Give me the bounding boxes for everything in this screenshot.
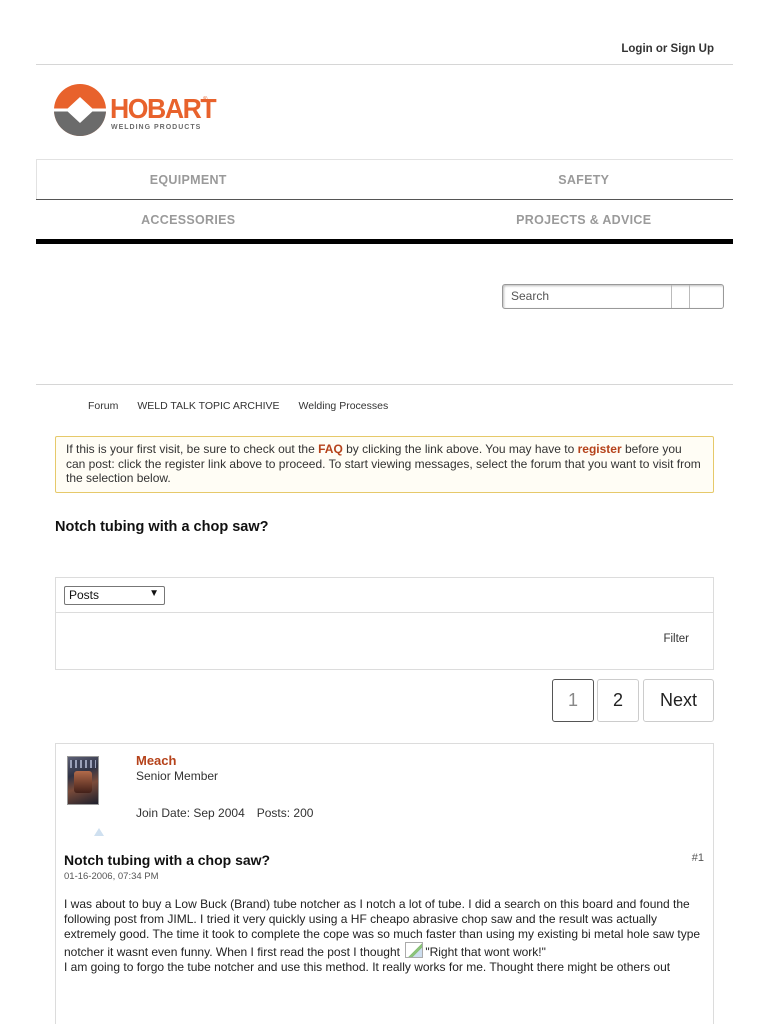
header-divider bbox=[36, 64, 733, 65]
avatar[interactable] bbox=[67, 756, 99, 805]
author-rank: Senior Member bbox=[136, 769, 219, 783]
page-title: Notch tubing with a chop saw? bbox=[55, 519, 269, 535]
chevron-down-icon: ▼ bbox=[149, 588, 159, 599]
main-nav-row-2: ACCESSORIES PROJECTS & ADVICE bbox=[36, 200, 733, 244]
nav-item-projects-advice[interactable]: PROJECTS & ADVICE bbox=[410, 200, 759, 239]
nav-item-accessories[interactable]: ACCESSORIES bbox=[14, 200, 363, 239]
posts-select-value: Posts bbox=[69, 588, 100, 602]
post-body-text-1: I was about to buy a Low Buck (Brand) tu… bbox=[64, 897, 701, 959]
breadcrumb-forum[interactable]: Forum bbox=[88, 400, 118, 412]
join-date: Join Date: Sep 2004 bbox=[136, 806, 245, 820]
avatar-figure bbox=[74, 771, 92, 793]
filter-button[interactable]: Filter bbox=[663, 633, 689, 645]
faq-link[interactable]: FAQ bbox=[318, 442, 343, 456]
post-body-text-2: I am going to forgo the tube notcher and… bbox=[64, 960, 671, 974]
content-divider bbox=[36, 384, 733, 385]
nav-item-equipment[interactable]: EQUIPMENT bbox=[14, 160, 363, 199]
breadcrumb-weld-talk-archive[interactable]: WELD TALK TOPIC ARCHIVE bbox=[137, 400, 279, 412]
login-signup-link[interactable]: Login or Sign Up bbox=[621, 43, 714, 55]
post-number-link[interactable]: #1 bbox=[692, 852, 704, 864]
notice-text-1: If this is your first visit, be sure to … bbox=[66, 442, 319, 456]
triangle-up-icon bbox=[94, 828, 104, 836]
avatar-detail bbox=[70, 760, 96, 768]
post-title: Notch tubing with a chop saw? bbox=[64, 852, 271, 868]
register-link[interactable]: register bbox=[578, 442, 622, 456]
filter-panel: Posts ▼ Filter bbox=[55, 577, 714, 670]
posts-select[interactable]: Posts ▼ bbox=[64, 586, 165, 605]
search-button[interactable] bbox=[689, 285, 690, 308]
search-input[interactable] bbox=[511, 289, 671, 303]
breadcrumb: Forum WELD TALK TOPIC ARCHIVE Welding Pr… bbox=[88, 400, 388, 412]
next-page-button[interactable]: Next bbox=[643, 679, 714, 722]
breadcrumb-welding-processes[interactable]: Welding Processes bbox=[299, 400, 389, 412]
main-nav-row-1: EQUIPMENT SAFETY bbox=[36, 159, 733, 200]
page-1-button[interactable]: 1 bbox=[552, 679, 594, 722]
first-visit-notice: If this is your first visit, be sure to … bbox=[55, 436, 714, 493]
notice-text-2: by clicking the link above. You may have… bbox=[342, 442, 578, 456]
logo-wordmark: HOBART bbox=[110, 93, 217, 124]
logo-tagline: WELDING PRODUCTS bbox=[111, 124, 202, 131]
author-stats: Join Date: Sep 2004 Posts: 200 bbox=[136, 806, 313, 820]
post-body-quote: "Right that wont work!" bbox=[425, 945, 546, 959]
broken-image-icon bbox=[405, 942, 424, 958]
nav-item-safety[interactable]: SAFETY bbox=[410, 160, 759, 199]
post-body: I was about to buy a Low Buck (Brand) tu… bbox=[64, 897, 709, 975]
post-date: 01-16-2006, 07:34 PM bbox=[64, 871, 159, 882]
post-count: Posts: 200 bbox=[256, 806, 314, 820]
hobart-logo-icon bbox=[54, 84, 106, 136]
filter-divider bbox=[56, 612, 713, 613]
post-item: Meach Senior Member Join Date: Sep 2004 … bbox=[55, 743, 714, 1024]
search-box bbox=[502, 284, 724, 309]
search-divider bbox=[671, 285, 672, 308]
logo-registered-mark: ® bbox=[203, 97, 208, 103]
post-author[interactable]: Meach bbox=[136, 753, 176, 768]
hobart-logo[interactable]: HOBART ® WELDING PRODUCTS bbox=[54, 83, 217, 139]
page-2-button[interactable]: 2 bbox=[597, 679, 639, 722]
